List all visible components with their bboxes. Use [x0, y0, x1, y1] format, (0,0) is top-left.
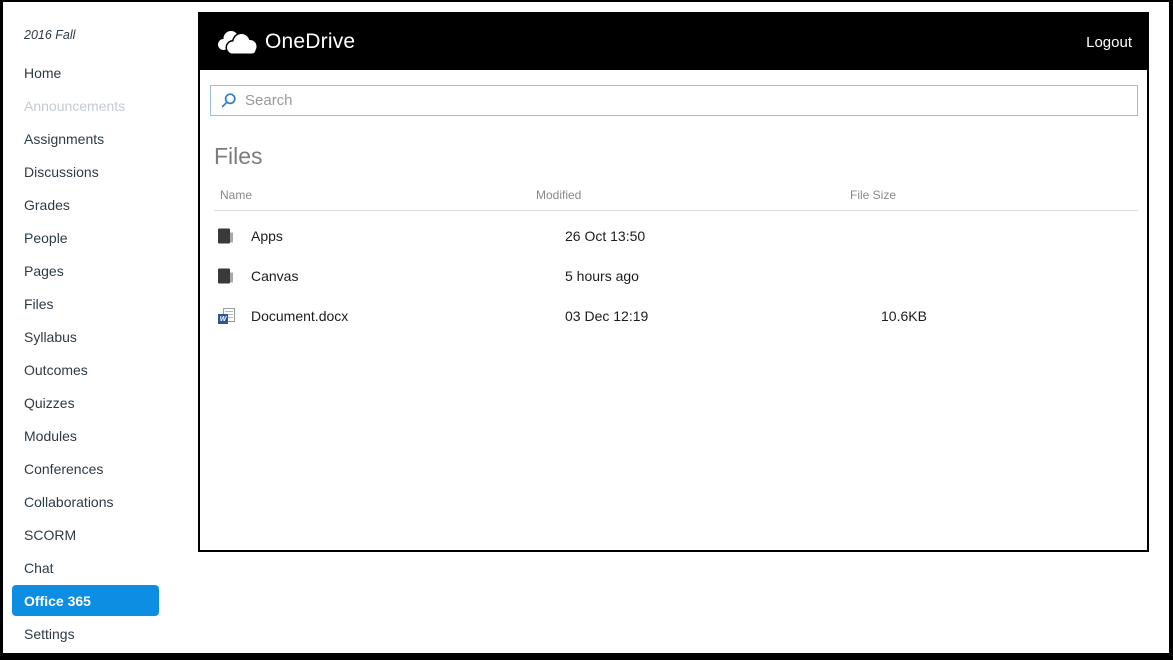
sidebar-item-files[interactable]: Files: [12, 287, 159, 320]
sidebar-item-assignments[interactable]: Assignments: [12, 122, 159, 155]
sidebar-item-grades[interactable]: Grades: [12, 188, 159, 221]
sidebar-item-office-365[interactable]: Office 365: [12, 585, 159, 616]
column-header-name: Name: [220, 188, 253, 202]
sidebar-item-syllabus[interactable]: Syllabus: [12, 320, 159, 353]
sidebar-item-settings[interactable]: Settings: [12, 617, 159, 650]
file-row[interactable]: Document.docx 03 Dec 12:19 10.6KB: [200, 296, 1147, 336]
files-table-header: Name Modified File Size: [214, 182, 1138, 211]
file-row[interactable]: Apps 26 Oct 13:50: [200, 216, 1147, 256]
sidebar-item-quizzes[interactable]: Quizzes: [12, 386, 159, 419]
search-icon: [221, 92, 236, 107]
course-title: 2016 Fall: [24, 28, 76, 42]
sidebar-item-pages[interactable]: Pages: [12, 254, 159, 287]
onedrive-cloud-icon: [218, 31, 258, 55]
app-title: OneDrive: [265, 30, 356, 53]
sidebar-item-outcomes[interactable]: Outcomes: [12, 353, 159, 386]
sidebar-item-people[interactable]: People: [12, 221, 159, 254]
onedrive-logo: OneDrive: [214, 27, 355, 57]
file-modified: 26 Oct 13:50: [565, 228, 646, 244]
file-name: Apps: [251, 228, 283, 244]
sidebar-item-chat[interactable]: Chat: [12, 551, 159, 584]
sidebar-item-modules[interactable]: Modules: [12, 419, 159, 452]
folder-icon: [218, 268, 233, 284]
files-heading: Files: [214, 143, 263, 169]
search-input[interactable]: [237, 86, 1137, 115]
file-size: 10.6KB: [881, 308, 927, 324]
logout-button[interactable]: Logout: [1086, 34, 1132, 51]
onedrive-header: OneDrive Logout: [200, 14, 1147, 70]
screenshot-frame: { "sidebar": { "course_label": "2016 Fal…: [0, 0, 1173, 660]
file-row[interactable]: Canvas 5 hours ago: [200, 256, 1147, 296]
sidebar-item-discussions[interactable]: Discussions: [12, 155, 159, 188]
file-name: Document.docx: [251, 308, 349, 324]
course-nav-sidebar: 2016 Fall Home Announcements Assignments…: [3, 2, 198, 653]
file-name: Canvas: [251, 268, 299, 284]
word-file-icon: [218, 308, 235, 324]
course-nav-list: Home Announcements Assignments Discussio…: [3, 56, 198, 650]
sidebar-item-scorm[interactable]: SCORM: [12, 518, 159, 551]
search-box[interactable]: [210, 85, 1138, 116]
file-modified: 03 Dec 12:19: [565, 308, 649, 324]
folder-icon: [218, 228, 233, 244]
files-table: Name Modified File Size Apps 26 Oct 13:5…: [200, 182, 1147, 336]
file-modified: 5 hours ago: [565, 268, 639, 284]
column-header-size: File Size: [850, 188, 897, 202]
sidebar-item-collaborations[interactable]: Collaborations: [12, 485, 159, 518]
column-header-modified: Modified: [536, 188, 582, 202]
sidebar-item-home[interactable]: Home: [12, 56, 159, 89]
files-table-rows: Apps 26 Oct 13:50 Canvas 5 hours ago Doc…: [200, 211, 1147, 336]
onedrive-panel: OneDrive Logout Files Name Modified File…: [198, 12, 1149, 552]
sidebar-item-conferences[interactable]: Conferences: [12, 452, 159, 485]
sidebar-item-announcements[interactable]: Announcements: [12, 89, 159, 122]
